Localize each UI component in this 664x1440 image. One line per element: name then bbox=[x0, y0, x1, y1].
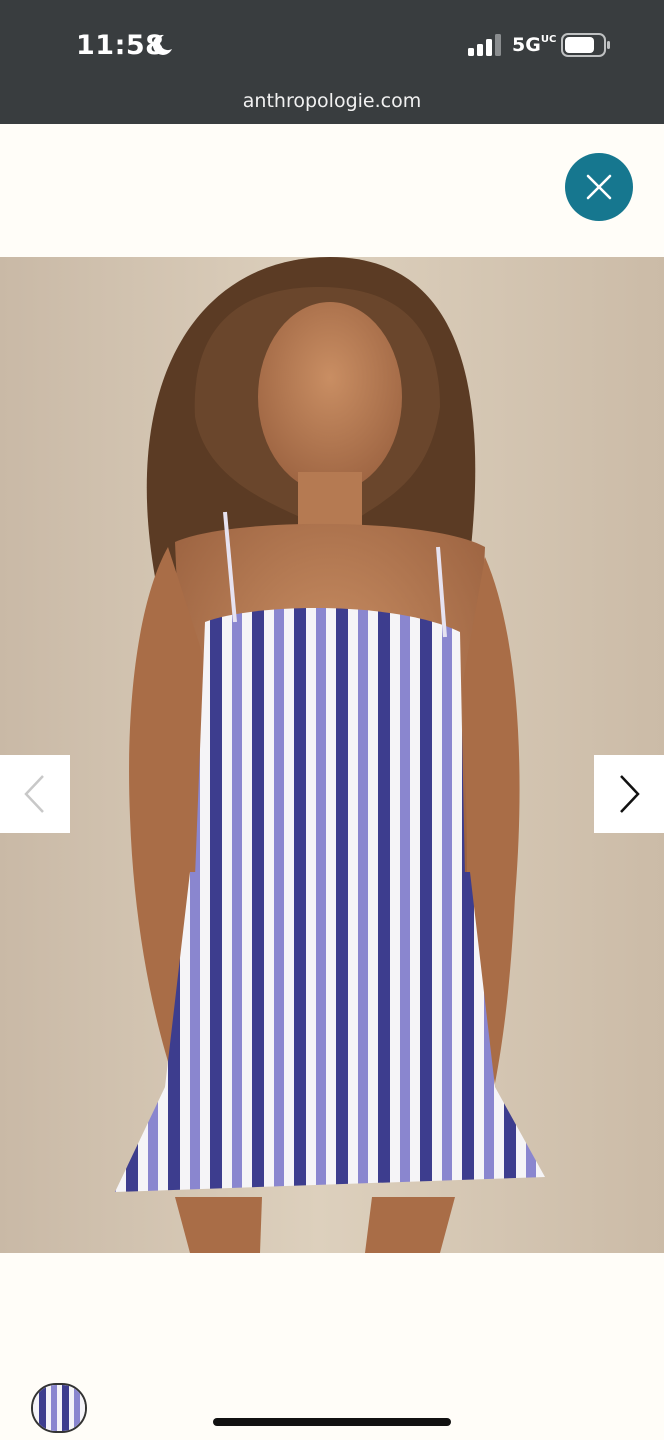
product-photo bbox=[115, 257, 545, 1253]
next-image-button[interactable] bbox=[594, 755, 664, 833]
url-bar[interactable]: anthropologie.com bbox=[0, 90, 664, 112]
thumbnail-image bbox=[33, 1385, 85, 1431]
moon-icon bbox=[152, 34, 172, 55]
image-thumbnail[interactable] bbox=[31, 1383, 87, 1433]
network-suffix: UC bbox=[540, 34, 557, 45]
product-image[interactable] bbox=[0, 257, 664, 1253]
battery-icon bbox=[561, 33, 610, 57]
home-indicator[interactable] bbox=[213, 1418, 451, 1426]
signal-icon bbox=[468, 34, 501, 56]
status-bar: 11:58 5GUC anthropologie.com bbox=[0, 0, 664, 124]
network-label: 5GUC bbox=[512, 34, 557, 56]
chevron-right-icon bbox=[620, 775, 640, 813]
close-button[interactable] bbox=[565, 153, 633, 221]
thumbnail-strip bbox=[0, 1253, 664, 1440]
previous-image-button[interactable] bbox=[0, 755, 70, 833]
close-icon bbox=[586, 174, 612, 200]
chevron-left-icon bbox=[24, 775, 44, 813]
